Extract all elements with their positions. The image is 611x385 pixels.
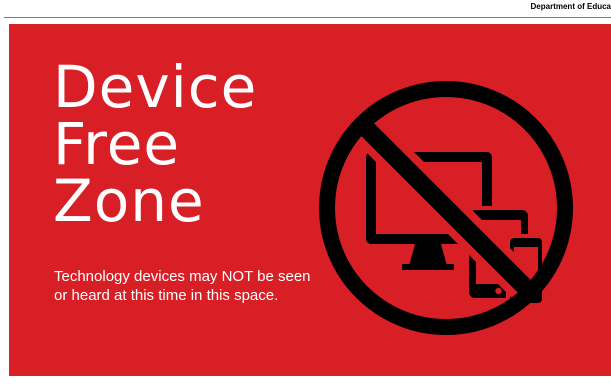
headline-line-free: Free (53, 110, 181, 178)
device-free-sign: Device Free Zone Technology devices may … (9, 24, 611, 376)
page: Department of Educa Device Free Zone Tec… (0, 0, 611, 385)
subtext-line-2: or heard at this time in this space. (54, 287, 279, 304)
header: Department of Educa (0, 0, 611, 18)
headline-line-zone: Zone (53, 167, 205, 235)
sign-headline: Device Free Zone (53, 53, 258, 235)
department-label: Department of Educa (530, 2, 611, 11)
sign-subtext: Technology devices may NOT be seen or he… (54, 267, 324, 305)
tablet-button (495, 287, 502, 295)
no-devices-icon (319, 81, 573, 335)
monitor-base (402, 264, 454, 270)
monitor-stand (409, 244, 447, 266)
header-rule (4, 17, 611, 18)
subtext-line-1: Technology devices may NOT be seen (54, 268, 311, 285)
headline-line-device: Device (53, 53, 258, 121)
